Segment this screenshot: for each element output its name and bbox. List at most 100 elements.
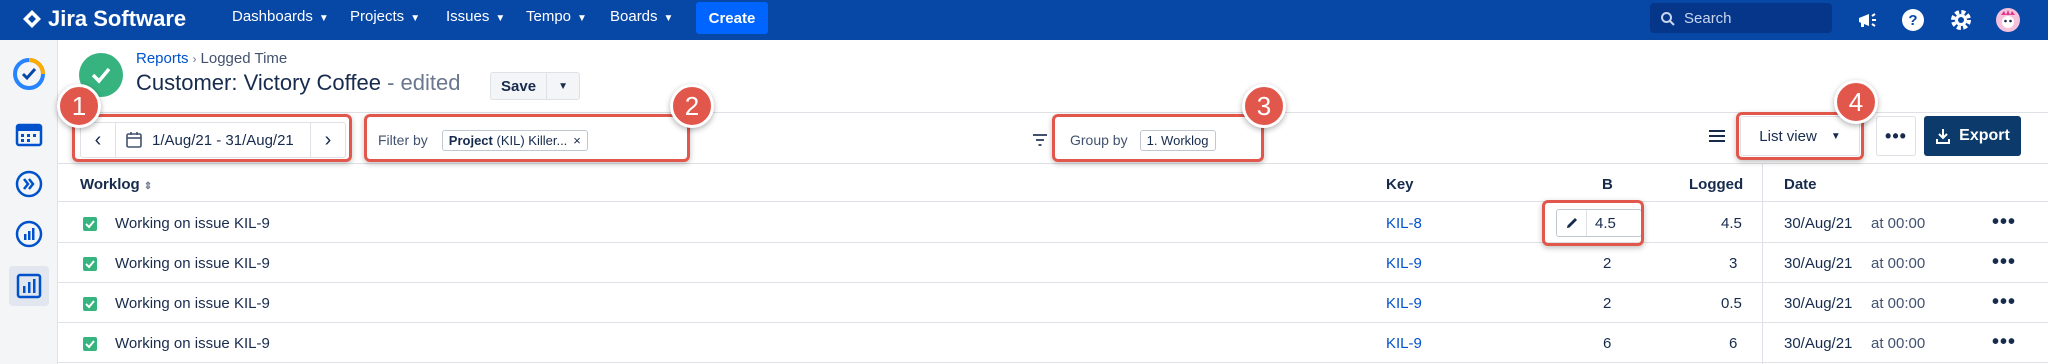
callout-badge-1: 1 [57,84,101,128]
table-row[interactable] [58,283,2048,323]
callout-frame-filter [364,114,690,162]
callout-frame-group-by [1052,114,1264,162]
export-label: Export [1959,127,2010,144]
worklog-time: at 00:00 [1871,295,1926,312]
table-row[interactable] [58,243,2048,283]
nav-dashboards[interactable]: Dashboards ▼ [232,8,329,25]
export-button[interactable]: Export [1924,116,2021,156]
nav-projects-label: Projects [350,8,405,25]
app-name: Jira Software [48,6,187,31]
callout-frame-b-editor [1542,200,1644,246]
column-header-worklog[interactable]: Worklog ⇕ [80,176,152,193]
top-navigation-bar: Jira Software Dashboards ▼ Projects ▼ Issu… [0,0,2048,40]
save-button[interactable]: Save [491,73,548,99]
filter-icon[interactable] [1032,132,1048,148]
b-value: 6 [1603,335,1612,352]
worklog-time: at 00:00 [1871,255,1926,272]
nav-issues[interactable]: Issues ▼ [446,8,505,25]
chevron-down-icon: ▼ [410,13,421,24]
page-title: Customer: Victory Coffee - edited [136,70,460,96]
row-checkbox[interactable] [83,297,97,311]
worklog-time: at 00:00 [1871,215,1926,232]
issue-key-link[interactable]: KIL-9 [1386,255,1422,272]
chart-circle-icon[interactable] [9,214,49,254]
callout-badge-4: 4 [1834,80,1878,124]
sort-icon: ⇕ [143,181,153,192]
column-header-b[interactable]: B [1602,176,1613,193]
worklog-description: Working on issue KIL-9 [115,215,270,232]
nav-projects[interactable]: Projects ▼ [350,8,420,25]
breadcrumb: Reports › Logged Time [136,50,287,67]
row-checkbox[interactable] [83,257,97,271]
breadcrumb-current: Logged Time [200,50,288,67]
worklog-date: 30/Aug/21 [1784,215,1853,232]
calendar-icon[interactable] [9,114,49,154]
search-placeholder: Search [1684,9,1732,27]
issue-key-link[interactable]: KIL-9 [1386,295,1422,312]
chevron-down-icon: ▼ [495,13,506,24]
callout-frame-date-range [72,114,352,162]
worklog-time: at 00:00 [1871,335,1926,352]
save-options-chevron-down-icon[interactable]: ▼ [547,73,579,99]
search-input[interactable]: Search [1650,3,1832,33]
column-header-logged[interactable]: Logged [1689,176,1743,193]
nav-tempo-label: Tempo [526,8,572,25]
columns-menu-icon[interactable] [1708,128,1726,144]
worklog-description: Working on issue KIL-9 [115,295,270,312]
row-checkbox[interactable] [83,217,97,231]
nav-tempo[interactable]: Tempo ▼ [526,8,587,25]
settings-gear-icon[interactable] [1946,5,1976,35]
project-avatar-icon[interactable] [9,54,49,94]
save-button-group: Save ▼ [490,72,581,100]
nav-boards[interactable]: Boards ▼ [610,8,673,25]
help-icon[interactable]: ? [1898,5,1928,35]
worklog-date: 30/Aug/21 [1784,255,1853,272]
user-avatar[interactable] [1993,5,2023,35]
logged-hours: 6 [1729,335,1738,352]
jira-logo[interactable]: Jira Software [22,6,186,32]
logged-hours: 4.5 [1721,215,1742,232]
issue-key-link[interactable]: KIL-9 [1386,335,1422,352]
left-sidebar [0,40,58,364]
download-icon [1936,129,1951,144]
column-header-date[interactable]: Date [1784,176,1817,193]
worklog-date: 30/Aug/21 [1784,295,1853,312]
chevron-down-icon: ▼ [318,13,329,24]
table-row[interactable] [58,323,2048,363]
nav-boards-label: Boards [610,8,658,25]
nav-issues-label: Issues [446,8,490,25]
b-value: 2 [1603,255,1612,272]
reports-icon[interactable] [9,266,49,306]
more-actions-button[interactable]: ••• [1876,116,1916,156]
search-icon [1661,12,1675,26]
column-worklog-label: Worklog [80,176,140,193]
edited-indicator: - edited [380,70,461,95]
callout-badge-3: 3 [1242,84,1286,128]
worklog-description: Working on issue KIL-9 [115,255,270,272]
callout-badge-2: 2 [670,84,714,128]
row-actions-button[interactable]: ••• [1992,331,2016,354]
row-checkbox[interactable] [83,337,97,351]
row-actions-button[interactable]: ••• [1992,211,2016,234]
logged-hours: 3 [1729,255,1738,272]
chevron-down-icon: ▼ [663,13,674,24]
nav-dashboards-label: Dashboards [232,8,313,25]
b-value: 2 [1603,295,1612,312]
table-header [58,164,2048,202]
table-row[interactable] [58,203,2048,243]
forward-icon[interactable] [9,164,49,204]
worklog-date: 30/Aug/21 [1784,335,1853,352]
create-button[interactable]: Create [696,2,768,34]
column-header-key[interactable]: Key [1386,176,1414,193]
breadcrumb-separator-icon: › [192,52,197,66]
issue-key-link[interactable]: KIL-8 [1386,215,1422,232]
row-actions-button[interactable]: ••• [1992,251,2016,274]
breadcrumb-reports-link[interactable]: Reports [136,50,189,67]
logged-hours: 0.5 [1721,295,1742,312]
row-actions-button[interactable]: ••• [1992,291,2016,314]
worklog-description: Working on issue KIL-9 [115,335,270,352]
notifications-megaphone-icon[interactable] [1852,5,1882,35]
report-title: Customer: Victory Coffee [136,70,381,95]
chevron-down-icon: ▼ [577,13,587,24]
jira-diamond-icon [23,10,41,28]
